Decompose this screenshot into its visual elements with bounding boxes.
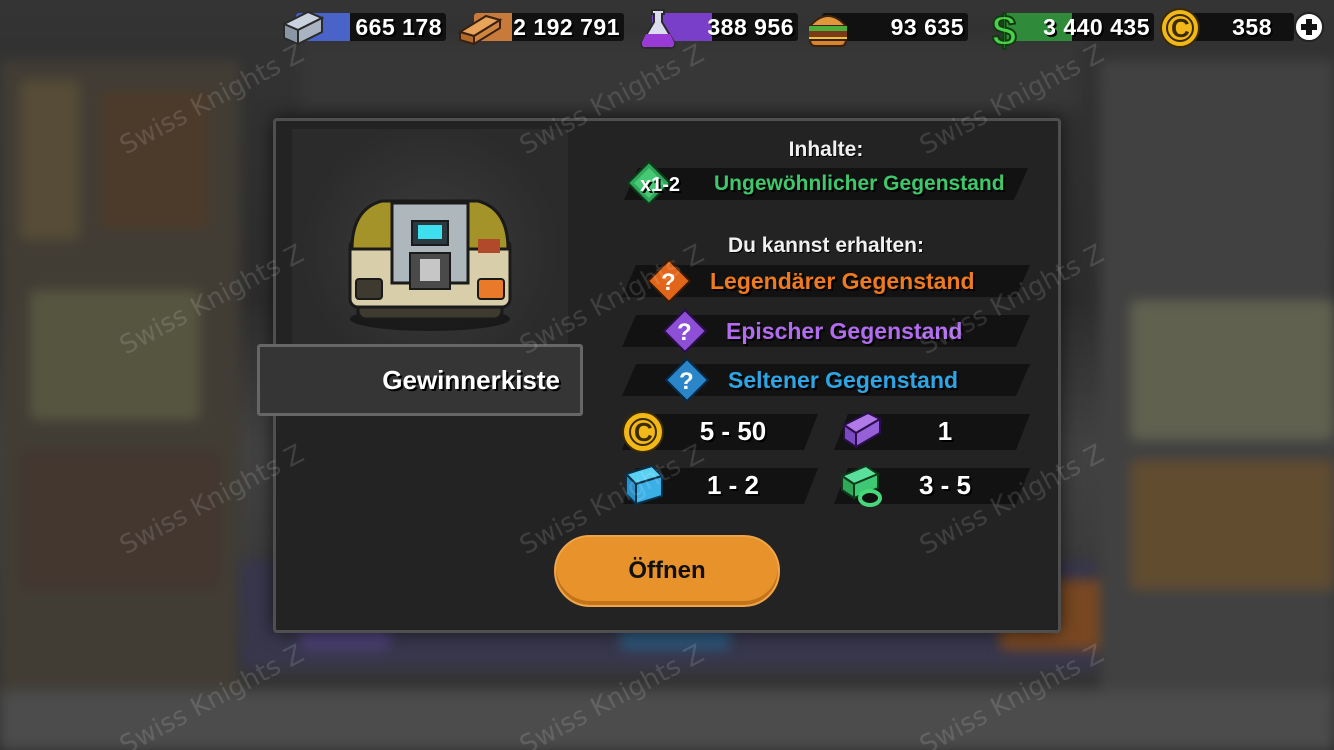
possible-title: Du kannst erhalten: (727, 234, 925, 257)
open-chest-button[interactable]: Öffnen (554, 535, 780, 607)
reward-coins-value: 5 - 50 (699, 416, 767, 446)
dollar-icon: $ (991, 6, 1017, 50)
contents-title: Inhalte: (788, 138, 864, 161)
steel-icon (281, 10, 325, 46)
resource-cash: $ 3 440 435 (984, 6, 1154, 50)
resource-potion: 388 956 (634, 6, 798, 49)
epic-question-gem-icon: ? (662, 308, 708, 354)
legendary-label: Legendärer Gegenstand (710, 268, 975, 294)
reward-coin-icon: C (622, 411, 664, 453)
reward-purple-blueprint-value: 1 (937, 416, 953, 446)
epic-label: Epischer Gegenstand (726, 318, 963, 344)
burger-icon (807, 15, 849, 47)
reward-blue-blueprint-value: 1 - 2 (706, 470, 760, 500)
resource-coins: C 358 (1158, 6, 1324, 48)
svg-text:?: ? (679, 368, 694, 395)
legendary-question-gem-icon: ? (646, 258, 692, 304)
chest-artwork-panel (292, 129, 568, 349)
purple-blueprint-icon (842, 411, 883, 449)
resource-steel: 665 178 (278, 6, 446, 46)
resource-food: 93 635 (804, 6, 968, 47)
chest-name: Gewinnerkiste (382, 365, 560, 395)
svg-text:$: $ (992, 7, 1016, 50)
svg-text:?: ? (661, 269, 676, 296)
resource-wood: 2 192 791 (456, 6, 624, 46)
svg-text:C: C (1171, 13, 1190, 43)
reward-green-blueprint-value: 3 - 5 (918, 470, 972, 500)
open-button-label: Öffnen (628, 557, 706, 584)
guaranteed-item-label: Ungewöhnlicher Gegenstand (714, 172, 1005, 195)
guaranteed-item-row: Ungewöhnlicher Gegenstand (624, 168, 1028, 200)
potion-icon (640, 9, 676, 49)
wood-icon (457, 14, 503, 46)
svg-text:?: ? (677, 319, 692, 346)
blue-blueprint-icon (624, 464, 664, 507)
rare-label: Seltener Gegenstand (728, 367, 959, 393)
coin-icon: C (1160, 8, 1200, 48)
chest-icon (348, 199, 512, 331)
svg-text:C: C (634, 417, 653, 447)
rare-question-gem-icon: ? (664, 357, 710, 403)
chest-name-plate: Gewinnerkiste (257, 344, 583, 416)
add-coins-plus-icon[interactable] (1293, 11, 1325, 43)
guaranteed-qty: x1-2 (640, 174, 681, 196)
green-blueprint-icon (839, 464, 882, 507)
